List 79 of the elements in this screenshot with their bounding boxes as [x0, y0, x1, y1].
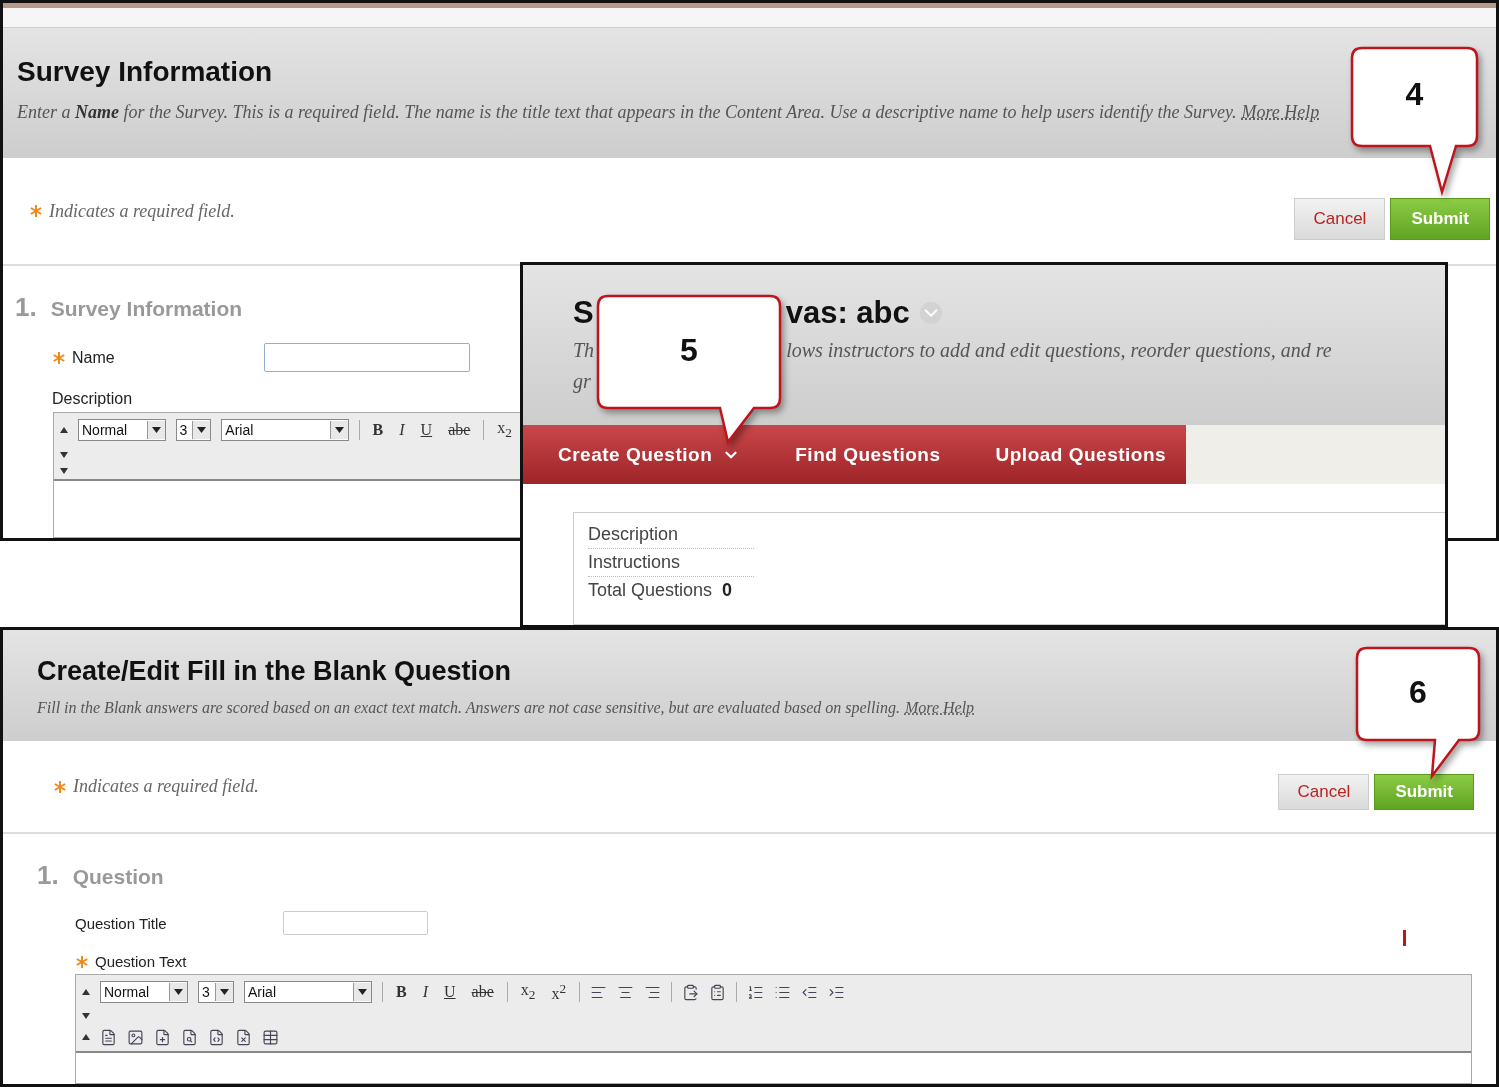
- expand-icon[interactable]: [60, 468, 68, 474]
- field-label: Description: [52, 390, 133, 408]
- file-search-icon[interactable]: [181, 1028, 198, 1046]
- collapse-icon[interactable]: [82, 1034, 90, 1040]
- size-dropdown[interactable]: 3: [198, 981, 234, 1003]
- file-x-icon[interactable]: [235, 1028, 252, 1046]
- text-editor[interactable]: [54, 479, 521, 537]
- caret-icon: [197, 427, 207, 433]
- file-plus-icon[interactable]: [154, 1028, 171, 1046]
- section-number: 1.: [37, 860, 59, 891]
- expand-icon[interactable]: [82, 1013, 90, 1019]
- collapse-icon[interactable]: [82, 989, 90, 995]
- format-button[interactable]: U: [441, 983, 459, 1001]
- format-button[interactable]: B: [369, 421, 387, 439]
- clipboard-icon[interactable]: [709, 983, 727, 1001]
- format-button[interactable]: abe: [468, 983, 497, 1001]
- field-label: Name: [72, 348, 115, 367]
- caret-icon: [358, 989, 367, 995]
- field-label: Question Title: [75, 914, 167, 932]
- text-editor[interactable]: [76, 1051, 1471, 1083]
- page-title: Create/Edit Fill in the Blank Question: [37, 656, 513, 687]
- menu-tab[interactable]: Upload Questions: [995, 443, 1167, 466]
- caret-icon: [334, 427, 344, 433]
- format-button[interactable]: B: [393, 983, 410, 1001]
- caret-icon: [220, 989, 229, 995]
- cancel-button[interactable]: Cancel: [1278, 774, 1370, 810]
- collapse-icon[interactable]: [60, 427, 68, 433]
- image-icon[interactable]: [127, 1028, 144, 1046]
- font-dropdown[interactable]: Arial: [244, 981, 372, 1003]
- page-description: Th: [573, 339, 595, 362]
- format-button[interactable]: I: [396, 421, 408, 439]
- required-icon: [53, 779, 67, 794]
- info-label: Total Questions: [588, 580, 713, 601]
- page-title: S: [573, 295, 594, 331]
- page-title: Survey Information: [17, 56, 274, 88]
- cancel-button[interactable]: Cancel: [1294, 198, 1386, 240]
- required-note: Indicates a required field.: [49, 200, 235, 222]
- required-note: Indicates a required field.: [73, 776, 259, 797]
- file-icon[interactable]: [100, 1028, 117, 1046]
- page-title: vas: abc: [785, 295, 910, 331]
- format-button[interactable]: x$_{2}$: [494, 418, 515, 442]
- step-number: 6: [1409, 674, 1427, 711]
- required-icon: [29, 204, 43, 218]
- more-help-link[interactable]: More Help: [1241, 102, 1320, 122]
- section-number: 1.: [15, 292, 37, 323]
- paste-icon[interactable]: [682, 983, 700, 1001]
- page-description: Enter a Name for the Survey. This is a required field. The name is the title text that appears in the Content Area. Use a descriptive name to help users identify the Survey.: [17, 102, 1237, 123]
- step-number: 5: [680, 332, 698, 369]
- table-icon[interactable]: [262, 1028, 279, 1046]
- text-input[interactable]: [264, 343, 470, 372]
- more-help-link[interactable]: More Help: [904, 699, 975, 716]
- size-dropdown[interactable]: 3: [175, 419, 212, 441]
- format-button[interactable]: I: [419, 983, 431, 1001]
- info-label: Description: [588, 524, 679, 545]
- numbered-list-icon[interactable]: [747, 983, 765, 1001]
- format-button[interactable]: x$^{2}$: [548, 980, 570, 1004]
- menu-tab[interactable]: Create Question: [558, 443, 741, 466]
- format-button[interactable]: x$_{2}$: [517, 980, 539, 1004]
- font-dropdown[interactable]: Arial: [221, 419, 349, 441]
- info-label: Instructions: [588, 552, 681, 573]
- caret-icon: [151, 427, 161, 433]
- text-cursor-icon: [1403, 930, 1407, 946]
- text-input[interactable]: [283, 911, 428, 935]
- section-title: Survey Information: [50, 297, 243, 321]
- step-number: 4: [1405, 76, 1424, 113]
- format-button[interactable]: abe: [445, 421, 474, 439]
- section-title: Question: [72, 865, 164, 889]
- expand-icon[interactable]: [60, 452, 68, 458]
- field-label: Question Text: [95, 953, 187, 970]
- page-description: gr: [573, 370, 591, 393]
- page-description: Fill in the Blank answers are scored based on an exact text match. Answers are not case sensitive, but are evaluated based on spelling.: [37, 699, 900, 717]
- info-value: 0: [722, 580, 733, 601]
- caret-icon: [174, 989, 183, 995]
- style-dropdown[interactable]: Normal: [100, 981, 188, 1003]
- file-code-icon[interactable]: [208, 1028, 225, 1046]
- page-description: lows instructors to add and edit questions, reorder questions, and re: [786, 339, 1332, 362]
- style-dropdown[interactable]: Normal: [78, 419, 166, 441]
- format-button[interactable]: U: [417, 421, 436, 439]
- menu-tab[interactable]: Find Questions: [795, 443, 941, 466]
